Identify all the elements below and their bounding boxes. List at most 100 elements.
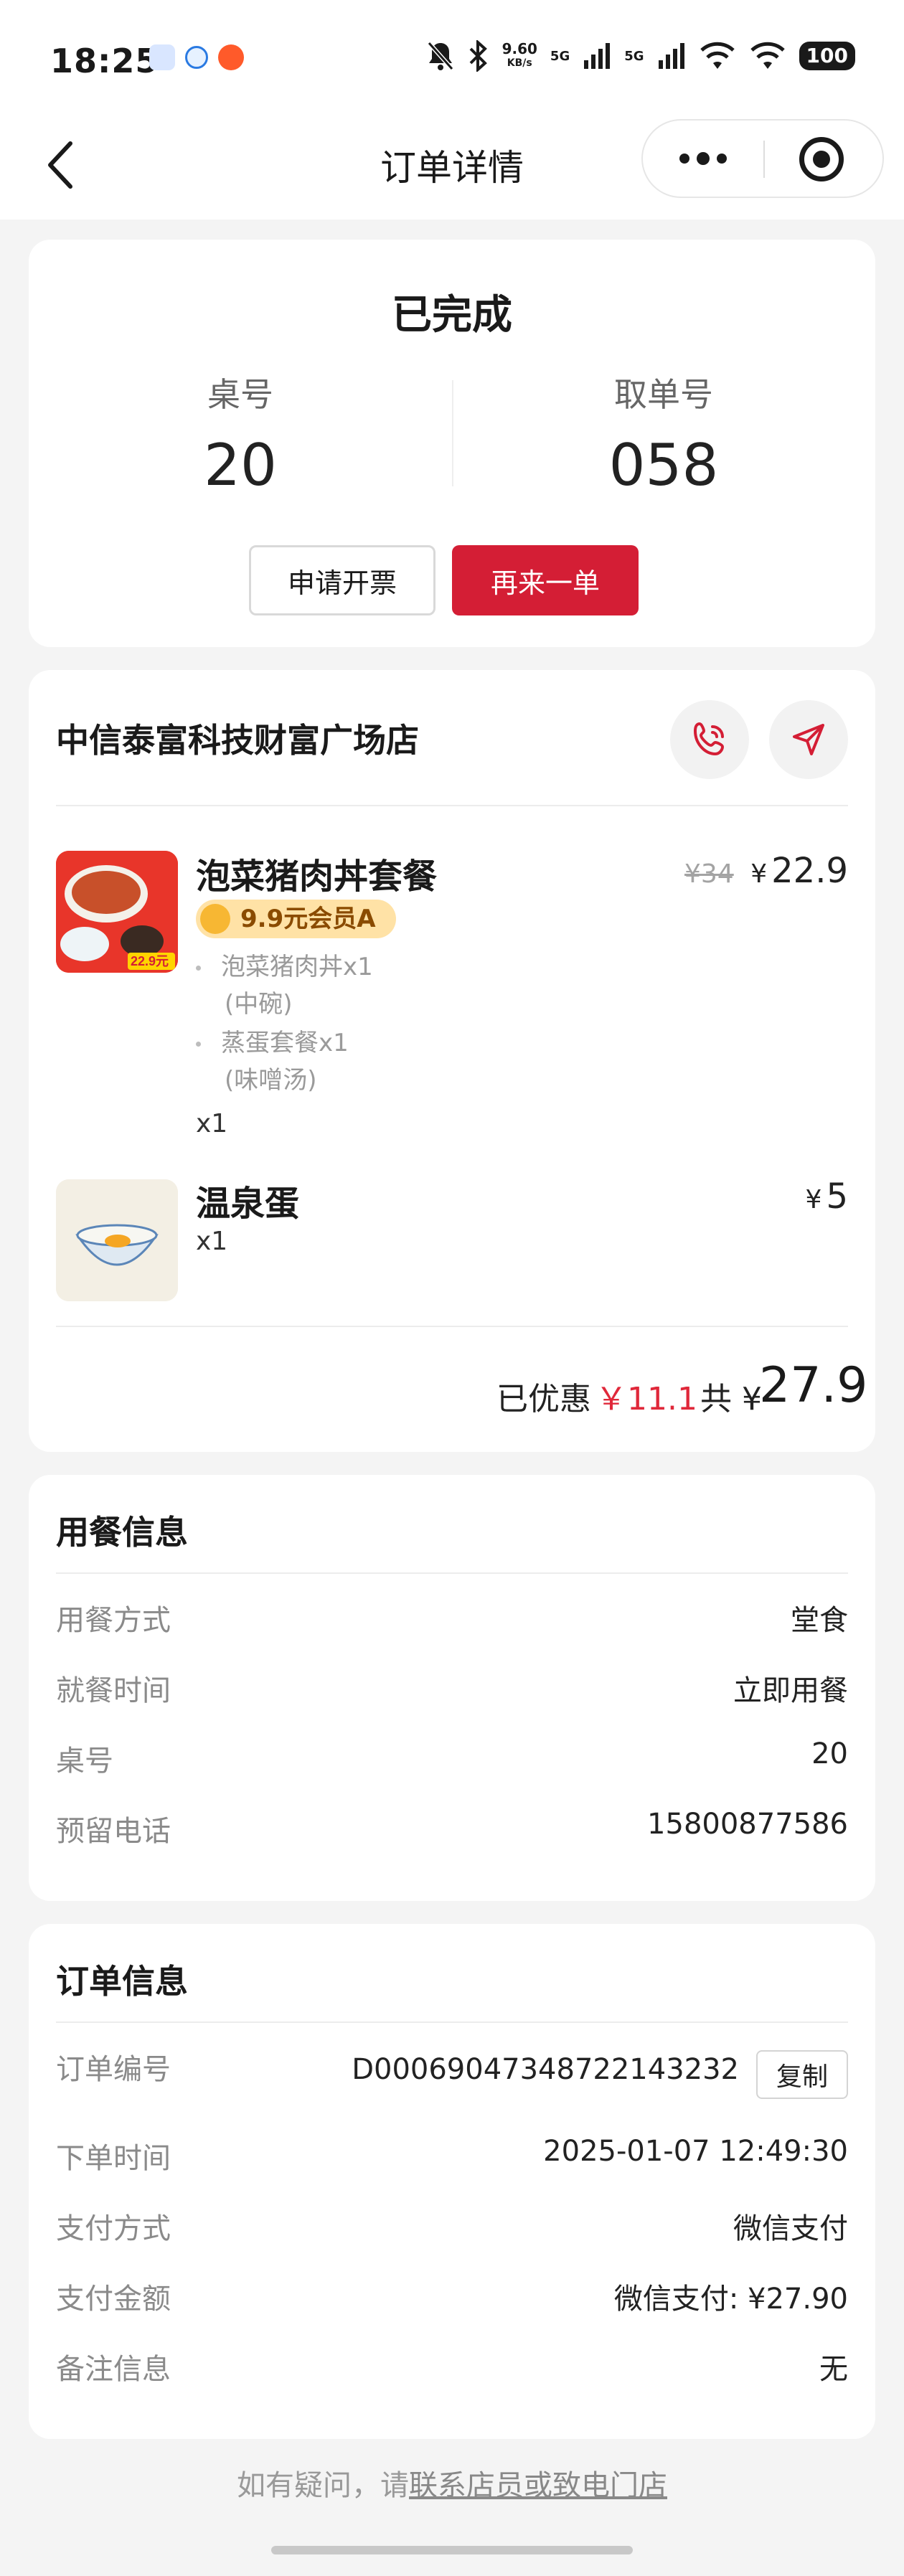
sub-item-option: (味噌汤) <box>225 1066 317 1095</box>
svg-text:22.9元: 22.9元 <box>131 954 169 968</box>
phone-icon <box>694 722 724 755</box>
info-value: 20 <box>811 1737 848 1770</box>
info-row: 桌号 20 <box>56 1737 848 1780</box>
divider <box>56 805 848 806</box>
reorder-button[interactable]: 再来一单 <box>452 545 639 615</box>
wifi-icon <box>700 42 735 69</box>
pickup-label: 取单号 <box>614 375 713 414</box>
divider <box>56 1326 848 1327</box>
more-icon <box>679 154 689 164</box>
signal-icon <box>658 43 684 69</box>
call-store-button[interactable] <box>670 700 749 779</box>
info-label: 订单编号 <box>56 2053 171 2086</box>
info-label: 桌号 <box>56 1745 113 1778</box>
mute-bell-icon <box>427 42 453 70</box>
navigation-icon <box>793 724 824 755</box>
sub-item-option: (中碗) <box>225 990 293 1019</box>
contact-store-link[interactable]: 联系店员或致电门店 <box>409 2469 667 2502</box>
info-value: 15800877586 <box>647 1808 848 1841</box>
mini-program-capsule <box>641 119 884 198</box>
bluetooth-icon <box>469 40 487 72</box>
network-type: 5G <box>624 48 644 64</box>
total-label: 共 ¥ <box>700 1381 762 1417</box>
sub-item: 泡菜猪肉丼x1 <box>196 948 373 986</box>
info-label: 下单时间 <box>56 2142 171 2175</box>
status-indicators: 9.60 KB/s 5G 5G 100 <box>426 40 855 72</box>
item-name: 温泉蛋 <box>196 1184 300 1224</box>
pickup-number-block: 取单号 058 <box>452 369 875 499</box>
info-value: 微信支付 <box>733 2212 848 2245</box>
info-row: 备注信息 无 <box>56 2346 848 2389</box>
order-status-title: 已完成 <box>392 292 512 339</box>
info-value: 无 <box>819 2353 848 2386</box>
food-image <box>56 1179 178 1301</box>
app-notification-icon <box>218 44 244 70</box>
apply-invoice-button[interactable]: 申请开票 <box>249 545 435 615</box>
sub-item: 蒸蛋套餐x1 <box>196 1024 349 1062</box>
info-row: 支付金额 微信支付: ¥27.90 <box>56 2275 848 2318</box>
capsule-divider <box>763 141 765 178</box>
item-quantity: x1 <box>196 1109 228 1138</box>
table-label: 桌号 <box>207 375 273 414</box>
order-info-title: 订单信息 <box>56 1962 188 2001</box>
copy-order-number-button[interactable]: 复制 <box>756 2050 848 2099</box>
dining-info-title: 用餐信息 <box>56 1513 188 1552</box>
store-order-card: 中信泰富科技财富广场店 22.9元 泡菜猪肉丼套餐 ¥34 ¥22.9 9.9元… <box>29 670 875 1452</box>
info-row: 用餐方式 堂食 <box>56 1597 848 1640</box>
divider <box>56 2021 848 2023</box>
info-value: 2025-01-07 12:49:30 <box>543 2135 848 2168</box>
discount-value: ￥11.1 <box>595 1381 697 1417</box>
network-speed: 9.60 KB/s <box>502 40 537 69</box>
footer-prefix: 如有疑问，请 <box>237 2469 409 2502</box>
dining-info-card: 用餐信息 用餐方式 堂食 就餐时间 立即用餐 桌号 20 预留电话 158008… <box>29 1475 875 1901</box>
info-row: 预留电话 15800877586 <box>56 1808 848 1851</box>
item-name: 泡菜猪肉丼套餐 <box>196 857 438 897</box>
info-value: 堂食 <box>791 1604 848 1637</box>
more-button[interactable] <box>643 121 763 197</box>
pickup-value: 058 <box>608 432 719 499</box>
info-value: 微信支付: ¥27.90 <box>613 2283 848 2316</box>
info-row: 下单时间 2025-01-07 12:49:30 <box>56 2135 848 2178</box>
wifi-icon <box>750 42 785 69</box>
order-info-card: 订单信息 订单编号 D00069047348722143232 复制 下单时间 … <box>29 1924 875 2439</box>
order-status-card: 已完成 桌号 20 取单号 058 申请开票 再来一单 <box>29 240 875 647</box>
item-image: 22.9元 <box>56 851 178 973</box>
item-original-price: ¥34 <box>684 859 734 889</box>
divider <box>56 1572 848 1574</box>
table-number-block: 桌号 20 <box>29 369 452 499</box>
navigate-to-store-button[interactable] <box>769 700 848 779</box>
info-label: 就餐时间 <box>56 1674 171 1707</box>
status-bar: 18:25 9.60 KB/s 5G 5G 100 <box>0 0 904 115</box>
order-number: D00069047348722143232 <box>352 2053 739 2086</box>
store-name: 中信泰富科技财富广场店 <box>56 721 419 760</box>
info-label: 备注信息 <box>56 2353 171 2386</box>
info-value: 立即用餐 <box>733 1674 848 1707</box>
item-price: ¥5 <box>805 1176 848 1217</box>
app-notification-icon <box>185 46 208 69</box>
nav-bar: 订单详情 <box>0 115 904 220</box>
footer-help: 如有疑问，请联系店员或致电门店 <box>0 2462 904 2504</box>
food-image: 22.9元 <box>56 851 178 973</box>
item-quantity: x1 <box>196 1227 228 1256</box>
item-price: ¥22.9 <box>750 851 848 891</box>
close-mini-program-icon[interactable] <box>799 137 844 181</box>
battery-level: 100 <box>799 42 855 70</box>
member-badge: 9.9元会员A <box>196 900 396 938</box>
item-image <box>56 1179 178 1301</box>
signal-icon <box>584 43 611 69</box>
info-label: 用餐方式 <box>56 1604 171 1637</box>
home-indicator[interactable] <box>271 2546 633 2554</box>
table-value: 20 <box>204 432 277 499</box>
crown-icon <box>200 904 230 934</box>
app-notification-icon <box>149 44 175 70</box>
info-row: 就餐时间 立即用餐 <box>56 1667 848 1710</box>
network-type: 5G <box>550 48 570 64</box>
status-time: 18:25 <box>50 42 159 80</box>
info-row: 支付方式 微信支付 <box>56 2205 848 2248</box>
total-value: 27.9 <box>759 1357 868 1414</box>
info-row: 订单编号 D00069047348722143232 <box>56 2053 739 2096</box>
status-app-icons <box>149 44 244 70</box>
discount-label: 已优惠 <box>496 1381 591 1417</box>
info-label: 支付金额 <box>56 2283 171 2316</box>
info-label: 支付方式 <box>56 2212 171 2245</box>
